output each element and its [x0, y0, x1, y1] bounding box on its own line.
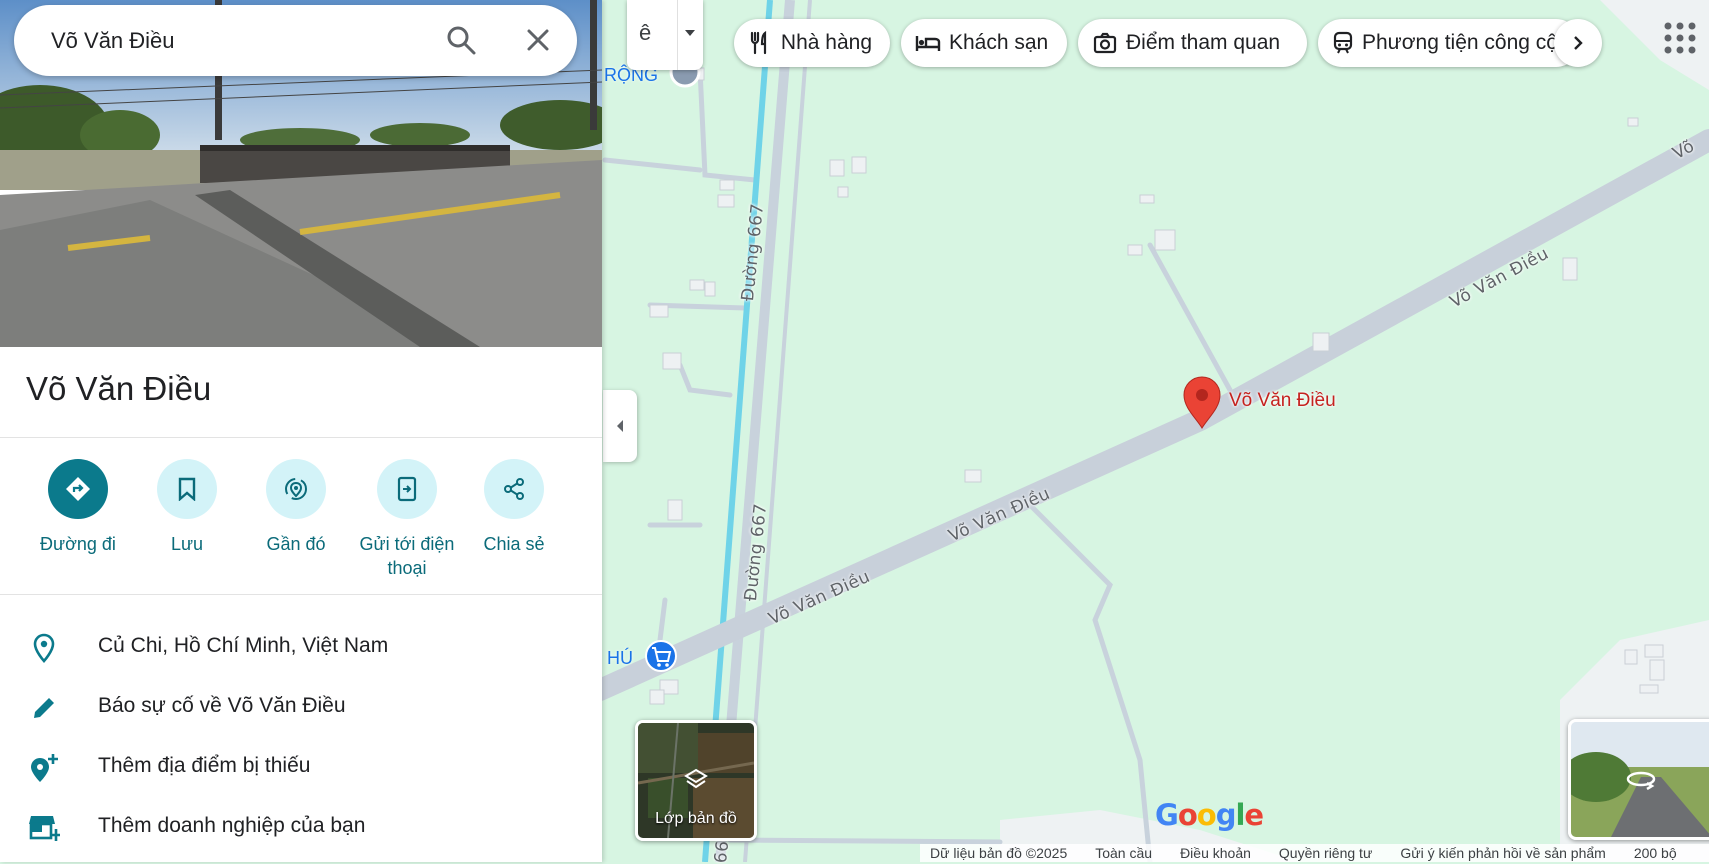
action-label: Chia sẻ: [483, 534, 545, 554]
layers-button[interactable]: Lớp bản đồ: [635, 720, 757, 841]
hotel-icon: [915, 30, 941, 56]
poi-label[interactable]: HÚ: [607, 648, 633, 669]
action-label: Đường đi: [40, 534, 116, 554]
action-label: Lưu: [170, 534, 204, 554]
divider: [677, 0, 678, 70]
map-footer: Dữ liệu bản đồ ©2025 Toàn cầu Điều khoản…: [920, 844, 1709, 862]
nearby-icon: [266, 459, 326, 519]
chip-label: Nhà hàng: [780, 31, 872, 54]
footer-scale[interactable]: 200 bộ: [1634, 845, 1677, 861]
google-logo: Google: [1155, 798, 1264, 832]
footer-feedback-link[interactable]: Gửi ý kiến phản hồi về sản phẩm: [1400, 845, 1606, 861]
footer-terms-link[interactable]: Điều khoản: [1180, 845, 1251, 861]
share-button[interactable]: Chia sẻ: [459, 459, 569, 556]
caret-down-icon[interactable]: [683, 28, 697, 38]
nearby-button[interactable]: Gần đó: [241, 459, 351, 556]
bookmark-icon: [157, 459, 217, 519]
footer-map-data: Dữ liệu bản đồ ©2025: [930, 845, 1068, 861]
rotate-360-icon: [1626, 771, 1656, 790]
caret-left-icon: [617, 420, 623, 432]
action-label: Gửi tới điện thoại: [359, 534, 455, 578]
chip-attractions[interactable]: Điểm tham quan: [1078, 19, 1307, 67]
camera-icon: [1092, 30, 1118, 56]
search-box: [14, 5, 577, 76]
add-missing-place-row[interactable]: Thêm địa điểm bị thiếu: [0, 740, 602, 796]
marker-label[interactable]: Võ Văn Điều: [1229, 390, 1336, 412]
collapse-panel-button[interactable]: [603, 390, 637, 462]
switch-glyph: ê: [639, 20, 652, 45]
layers-label: Lớp bản đồ: [655, 810, 737, 827]
share-icon: [484, 459, 544, 519]
restaurant-icon: [748, 30, 773, 56]
divider: [0, 437, 602, 438]
location-pin-icon: [28, 632, 60, 664]
search-icon[interactable]: [444, 23, 478, 57]
send-to-phone-icon: [377, 459, 437, 519]
chip-restaurants[interactable]: Nhà hàng: [734, 19, 890, 67]
layers-icon: [684, 768, 708, 789]
footer-privacy-link[interactable]: Quyền riêng tư: [1279, 845, 1372, 861]
add-business-row[interactable]: Thêm doanh nghiệp của bạn: [0, 800, 602, 856]
directions-button[interactable]: Đường đi: [23, 459, 133, 556]
chip-label: Điểm tham quan: [1126, 31, 1281, 54]
chip-label: Khách sạn: [949, 31, 1049, 54]
add-location-icon: [28, 752, 60, 784]
place-panel: Võ Văn Điều Đường đi Lưu Gần đó Gửi tới …: [0, 0, 602, 862]
add-business-icon: [28, 812, 60, 844]
chips-next-button[interactable]: [1554, 19, 1602, 67]
directions-icon: [48, 459, 108, 519]
place-title: Võ Văn Điều: [26, 370, 212, 407]
divider: [0, 594, 602, 595]
chip-label: Phương tiện công cộng: [1362, 31, 1580, 54]
action-label: Gần đó: [266, 534, 326, 554]
send-to-phone-button[interactable]: Gửi tới điện thoại: [350, 459, 464, 580]
footer-global-link[interactable]: Toàn cầu: [1095, 845, 1152, 861]
shopping-pin-icon: [645, 640, 677, 672]
train-icon: [1332, 30, 1354, 56]
chip-hotels[interactable]: Khách sạn: [901, 19, 1067, 67]
search-input[interactable]: [49, 23, 433, 59]
add-missing-place-text: Thêm địa điểm bị thiếu: [98, 754, 311, 777]
street-view-thumbnail[interactable]: [1568, 719, 1709, 840]
chevron-right-icon: [1574, 36, 1583, 50]
report-issue-text: Báo sự cố về Võ Văn Điều: [98, 694, 346, 717]
report-issue-row[interactable]: Báo sự cố về Võ Văn Điều: [0, 680, 602, 736]
address-row[interactable]: Củ Chi, Hồ Chí Minh, Việt Nam: [0, 620, 602, 676]
apps-grid-icon[interactable]: [1662, 20, 1698, 56]
add-business-text: Thêm doanh nghiệp của bạn: [98, 814, 366, 837]
close-icon[interactable]: [521, 23, 555, 57]
pencil-icon: [28, 692, 60, 724]
save-button[interactable]: Lưu: [132, 459, 242, 556]
chip-transit[interactable]: Phương tiện công cộng: [1318, 19, 1580, 67]
map-type-switch[interactable]: ê: [627, 0, 703, 70]
address-text: Củ Chi, Hồ Chí Minh, Việt Nam: [98, 634, 389, 657]
